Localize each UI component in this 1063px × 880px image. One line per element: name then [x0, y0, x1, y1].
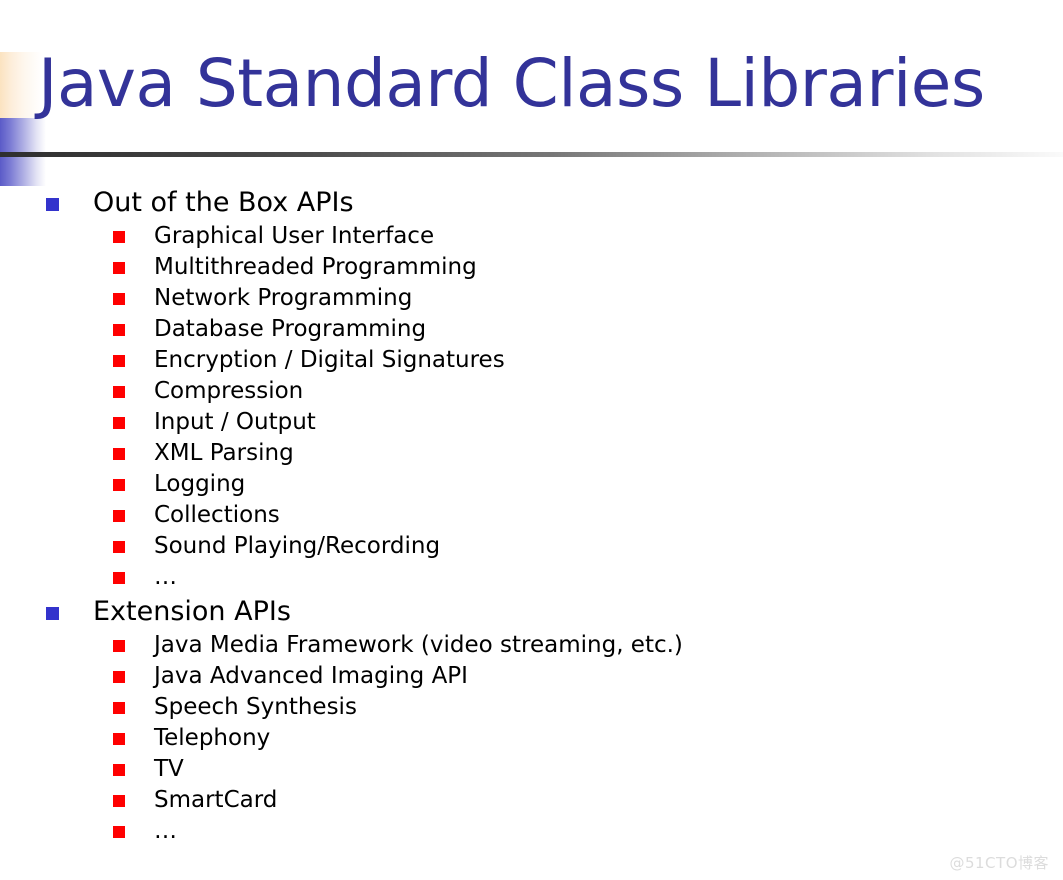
outline-label: Graphical User Interface: [154, 223, 435, 249]
square-bullet-icon: [113, 386, 125, 398]
square-bullet-icon: [113, 640, 125, 652]
square-bullet-icon: [113, 231, 125, 243]
outline-label: Encryption / Digital Signatures: [154, 347, 505, 373]
slide: Java Standard Class Libraries Out of the…: [0, 0, 1063, 880]
square-bullet-icon: [113, 572, 125, 584]
square-bullet-icon: [113, 417, 125, 429]
outline-label: Collections: [154, 502, 280, 528]
page-title: Java Standard Class Libraries: [38, 45, 985, 122]
square-bullet-icon: [113, 671, 125, 683]
outline-label: Extension APIs: [93, 596, 291, 627]
watermark: @51CTO博客: [949, 854, 1049, 872]
outline-item-level2: Telephony: [0, 724, 1063, 755]
outline-item-level1: Extension APIs: [0, 595, 1063, 631]
outline-label: Java Advanced Imaging API: [154, 663, 468, 689]
outline-label: …: [154, 564, 177, 590]
outline-label: Compression: [154, 378, 304, 404]
square-bullet-icon: [46, 198, 59, 211]
outline-item-level2: Graphical User Interface: [0, 222, 1063, 253]
square-bullet-icon: [113, 795, 125, 807]
outline-item-level2: SmartCard: [0, 786, 1063, 817]
square-bullet-icon: [113, 355, 125, 367]
outline-item-level2: Speech Synthesis: [0, 693, 1063, 724]
square-bullet-icon: [113, 293, 125, 305]
outline-item-level2: …: [0, 817, 1063, 848]
square-bullet-icon: [113, 541, 125, 553]
square-bullet-icon: [113, 479, 125, 491]
outline-label: Database Programming: [154, 316, 427, 342]
outline-label: Sound Playing/Recording: [154, 533, 441, 559]
outline-item-level2: Encryption / Digital Signatures: [0, 346, 1063, 377]
outline-item-level1: Out of the Box APIs: [0, 186, 1063, 222]
outline-label: Multithreaded Programming: [154, 254, 477, 280]
outline-item-level2: Input / Output: [0, 408, 1063, 439]
outline-label: Out of the Box APIs: [93, 187, 354, 218]
outline-item-level2: Logging: [0, 470, 1063, 501]
content-outline: Out of the Box APIs Graphical User Inter…: [0, 186, 1063, 848]
outline-item-level2: Sound Playing/Recording: [0, 532, 1063, 563]
outline-item-level2: Collections: [0, 501, 1063, 532]
outline-item-level2: …: [0, 563, 1063, 594]
outline-label: Speech Synthesis: [154, 694, 357, 720]
square-bullet-icon: [113, 702, 125, 714]
outline-item-level2: TV: [0, 755, 1063, 786]
outline-item-level2: Compression: [0, 377, 1063, 408]
square-bullet-icon: [113, 733, 125, 745]
outline-label: Input / Output: [154, 409, 316, 435]
outline-label: Java Media Framework (video streaming, e…: [154, 632, 683, 658]
outline-item-level2: Multithreaded Programming: [0, 253, 1063, 284]
outline-label: Telephony: [154, 725, 271, 751]
square-bullet-icon: [113, 324, 125, 336]
outline-label: SmartCard: [154, 787, 278, 813]
square-bullet-icon: [46, 607, 59, 620]
outline-label: Network Programming: [154, 285, 413, 311]
outline-item-level2: Database Programming: [0, 315, 1063, 346]
outline-label: TV: [154, 756, 184, 782]
outline-item-level2: Network Programming: [0, 284, 1063, 315]
outline-label: Logging: [154, 471, 246, 497]
outline-item-level2: XML Parsing: [0, 439, 1063, 470]
square-bullet-icon: [113, 448, 125, 460]
outline-label: …: [154, 818, 177, 844]
square-bullet-icon: [113, 826, 125, 838]
square-bullet-icon: [113, 764, 125, 776]
title-divider: [0, 152, 1063, 157]
title-area: Java Standard Class Libraries: [0, 36, 1063, 148]
outline-label: XML Parsing: [154, 440, 294, 466]
square-bullet-icon: [113, 262, 125, 274]
outline-item-level2: Java Media Framework (video streaming, e…: [0, 631, 1063, 662]
outline-item-level2: Java Advanced Imaging API: [0, 662, 1063, 693]
square-bullet-icon: [113, 510, 125, 522]
